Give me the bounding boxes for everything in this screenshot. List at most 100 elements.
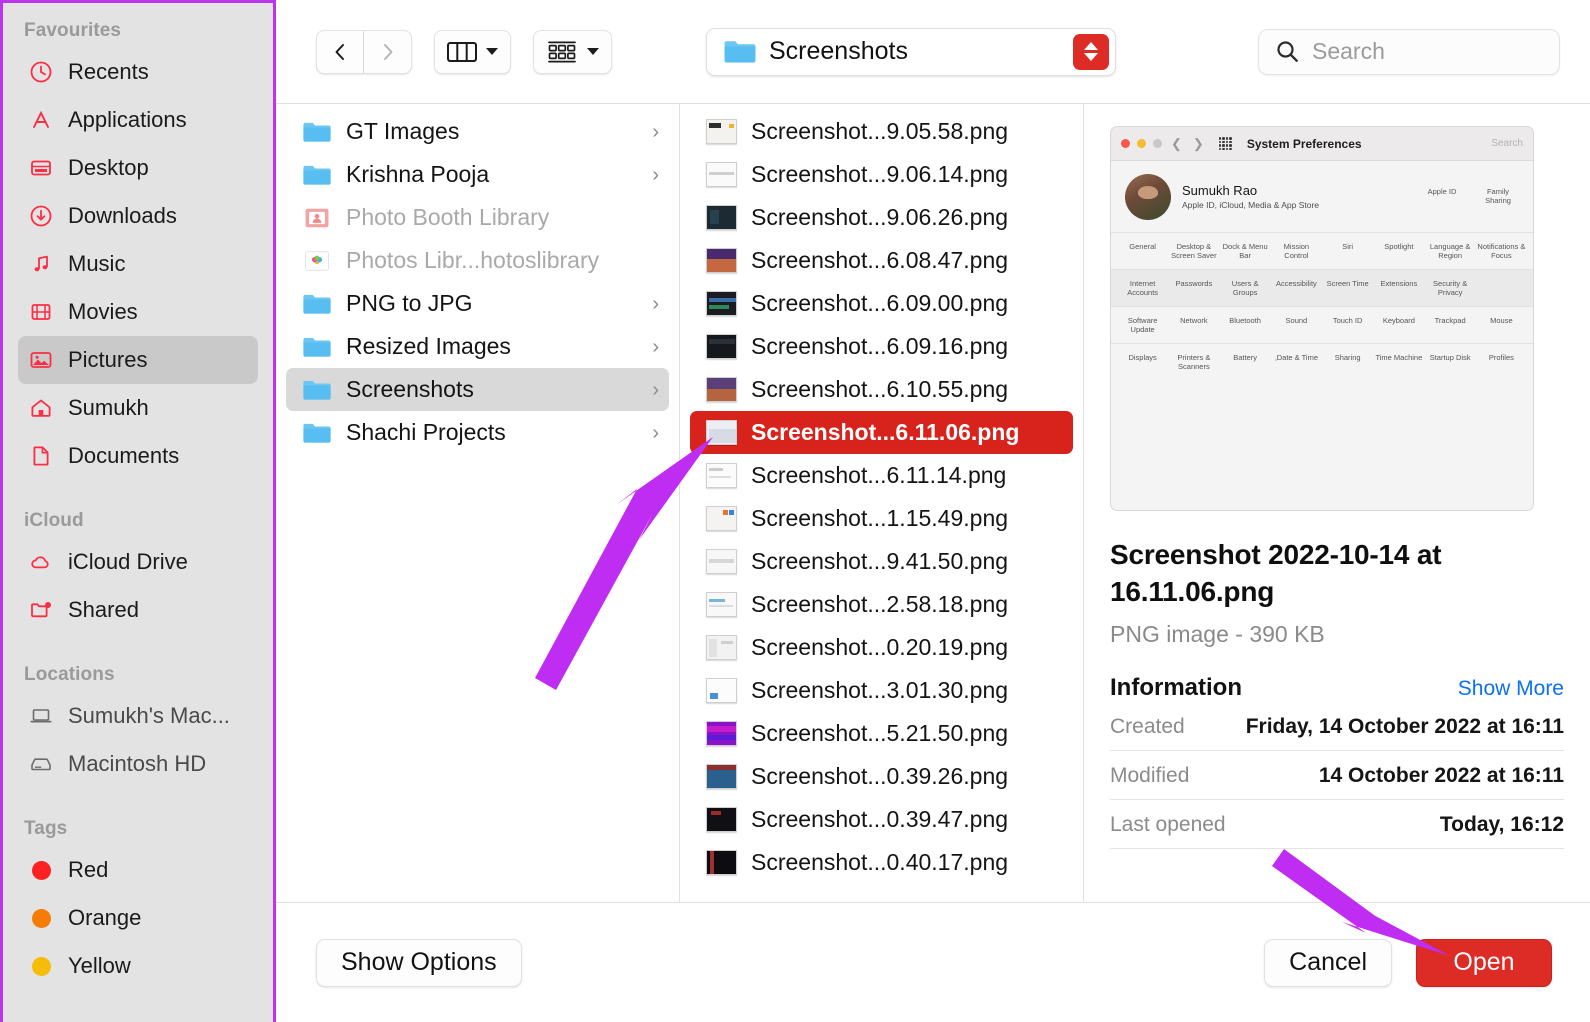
table-row[interactable]: Screenshot...6.11.14.png: [690, 454, 1073, 497]
preview-pref-row-3: Software Update Network Bluetooth Sound …: [1111, 307, 1533, 344]
sidebar-item-documents[interactable]: Documents: [18, 432, 258, 480]
folder-icon: [303, 294, 331, 314]
file-thumbnail-icon: [706, 291, 737, 316]
info-row-modified: Modified 14 October 2022 at 16:11: [1110, 751, 1564, 800]
preview-account-row: Sumukh Rao Apple ID, iCloud, Media & App…: [1111, 161, 1533, 233]
view-mode-button[interactable]: [434, 29, 511, 74]
table-row[interactable]: Screenshot...0.20.19.png: [690, 626, 1073, 669]
sidebar-item-tag-yellow[interactable]: Yellow: [18, 942, 258, 990]
sidebar-item-movies[interactable]: Movies: [18, 288, 258, 336]
sidebar-item-label: Documents: [68, 443, 180, 468]
table-row[interactable]: Screenshot...9.06.26.png: [690, 196, 1073, 239]
cancel-button[interactable]: Cancel: [1264, 938, 1392, 987]
sidebar-item-icloud-drive[interactable]: iCloud Drive: [18, 538, 258, 586]
open-button[interactable]: Open: [1416, 938, 1552, 987]
file-name: Screenshot...6.10.55.png: [751, 376, 1009, 402]
table-row[interactable]: Screenshot...9.06.14.png: [690, 153, 1073, 196]
close-icon: [1121, 139, 1130, 148]
tag-dot-icon: [28, 857, 54, 883]
sidebar-item-macintosh-hd[interactable]: Macintosh HD: [18, 740, 258, 788]
table-row[interactable]: Screenshot...0.39.26.png: [690, 755, 1073, 798]
preview-search-placeholder: Search: [1491, 138, 1523, 149]
sidebar-item-music[interactable]: Music: [18, 240, 258, 288]
browser-columns: GT Images › Krishna Pooja › Photo Booth …: [276, 103, 1590, 902]
file-name: Screenshot...0.20.19.png: [751, 634, 1009, 660]
file-name: Screenshot...0.40.17.png: [751, 849, 1009, 875]
info-value: Friday, 14 October 2022 at 16:11: [1245, 714, 1564, 738]
sidebar-section-tags-title: Tags: [24, 818, 68, 839]
sidebar-item-label: Pictures: [68, 347, 148, 372]
folder-name: Shachi Projects: [346, 419, 506, 445]
sidebar-item-label: Music: [68, 251, 126, 276]
show-options-button[interactable]: Show Options: [316, 938, 522, 987]
back-button[interactable]: [316, 29, 364, 74]
table-row-selected[interactable]: Screenshot...6.11.06.png: [690, 411, 1073, 454]
chevron-right-icon: [383, 43, 392, 60]
sidebar-item-label: Downloads: [68, 203, 177, 228]
list-item[interactable]: Resized Images ›: [286, 325, 669, 368]
file-thumbnail-icon: [706, 205, 737, 230]
list-item[interactable]: PNG to JPG ›: [286, 282, 669, 325]
file-thumbnail-icon: [706, 764, 737, 789]
file-name: Screenshot...9.41.50.png: [751, 548, 1009, 574]
search-field[interactable]: Search: [1258, 28, 1560, 75]
table-row[interactable]: Screenshot...9.41.50.png: [690, 540, 1073, 583]
file-name: Screenshot...9.06.26.png: [751, 204, 1009, 230]
download-icon: [28, 203, 54, 229]
table-row[interactable]: Screenshot...1.15.49.png: [690, 497, 1073, 540]
table-row[interactable]: Screenshot...3.01.30.png: [690, 669, 1073, 712]
dialog-footer: Show Options Cancel Open: [276, 902, 1590, 1022]
chevron-right-icon: ›: [652, 378, 659, 401]
file-name: Screenshot...1.15.49.png: [751, 505, 1009, 531]
path-popup-button[interactable]: Screenshots: [706, 27, 1116, 76]
list-item[interactable]: Krishna Pooja ›: [286, 153, 669, 196]
info-key: Modified: [1110, 763, 1190, 787]
sidebar-item-label: Sumukh: [68, 395, 149, 420]
preview-account-name: Sumukh Rao: [1182, 183, 1258, 198]
sidebar-section-locations-title: Locations: [24, 664, 115, 685]
table-row[interactable]: Screenshot...0.39.47.png: [690, 798, 1073, 841]
preview-pref-row-2: Internet Accounts Passwords Users & Grou…: [1111, 270, 1533, 307]
preview-information-header: Information Show More: [1110, 674, 1564, 702]
show-more-link[interactable]: Show More: [1458, 677, 1564, 701]
table-row[interactable]: Screenshot...6.09.16.png: [690, 325, 1073, 368]
list-item-screenshots[interactable]: Screenshots ›: [286, 368, 669, 411]
sidebar-item-tag-red[interactable]: Red: [18, 846, 258, 894]
table-row[interactable]: Screenshot...6.10.55.png: [690, 368, 1073, 411]
forward-button[interactable]: [364, 29, 412, 74]
sidebar-item-tag-orange[interactable]: Orange: [18, 894, 258, 942]
table-row[interactable]: Screenshot...5.21.50.png: [690, 712, 1073, 755]
file-thumbnail-icon: [706, 549, 737, 574]
list-item[interactable]: Photos Libr...hotoslibrary: [286, 239, 669, 282]
up-down-stepper-icon[interactable]: [1073, 33, 1109, 70]
table-row[interactable]: Screenshot...6.09.00.png: [690, 282, 1073, 325]
file-thumbnail-icon: [706, 463, 737, 488]
table-row[interactable]: Screenshot...0.40.17.png: [690, 841, 1073, 884]
sidebar-item-label: Macintosh HD: [68, 751, 207, 776]
sidebar-item-label: Recents: [68, 59, 149, 84]
table-row[interactable]: Screenshot...9.05.58.png: [690, 110, 1073, 153]
file-thumbnail-icon: [706, 678, 737, 703]
list-item[interactable]: Shachi Projects ›: [286, 411, 669, 454]
file-name: Screenshot...6.09.00.png: [751, 290, 1009, 316]
chevron-right-icon: ›: [652, 120, 659, 143]
sidebar-item-pictures[interactable]: Pictures: [18, 336, 258, 384]
search-input-placeholder: Search: [1312, 38, 1385, 64]
folder-icon: [303, 122, 331, 142]
table-row[interactable]: Screenshot...2.58.18.png: [690, 583, 1073, 626]
chevron-right-icon: ›: [652, 421, 659, 444]
preview-account-subtitle: Apple ID, iCloud, Media & App Store: [1182, 200, 1320, 210]
group-by-button[interactable]: [533, 29, 612, 74]
list-item[interactable]: GT Images ›: [286, 110, 669, 153]
sidebar-item-desktop[interactable]: Desktop: [18, 144, 258, 192]
sidebar-item-downloads[interactable]: Downloads: [18, 192, 258, 240]
sidebar-item-sumukhs-mac[interactable]: Sumukh's Mac...: [18, 692, 258, 740]
document-icon: [28, 443, 54, 469]
list-item[interactable]: Photo Booth Library: [286, 196, 669, 239]
sidebar-item-applications[interactable]: Applications: [18, 96, 258, 144]
folder-name: Resized Images: [346, 333, 511, 359]
sidebar-item-sumukh[interactable]: Sumukh: [18, 384, 258, 432]
table-row[interactable]: Screenshot...6.08.47.png: [690, 239, 1073, 282]
sidebar-item-recents[interactable]: Recents: [18, 48, 258, 96]
sidebar-item-shared[interactable]: Shared: [18, 586, 258, 634]
